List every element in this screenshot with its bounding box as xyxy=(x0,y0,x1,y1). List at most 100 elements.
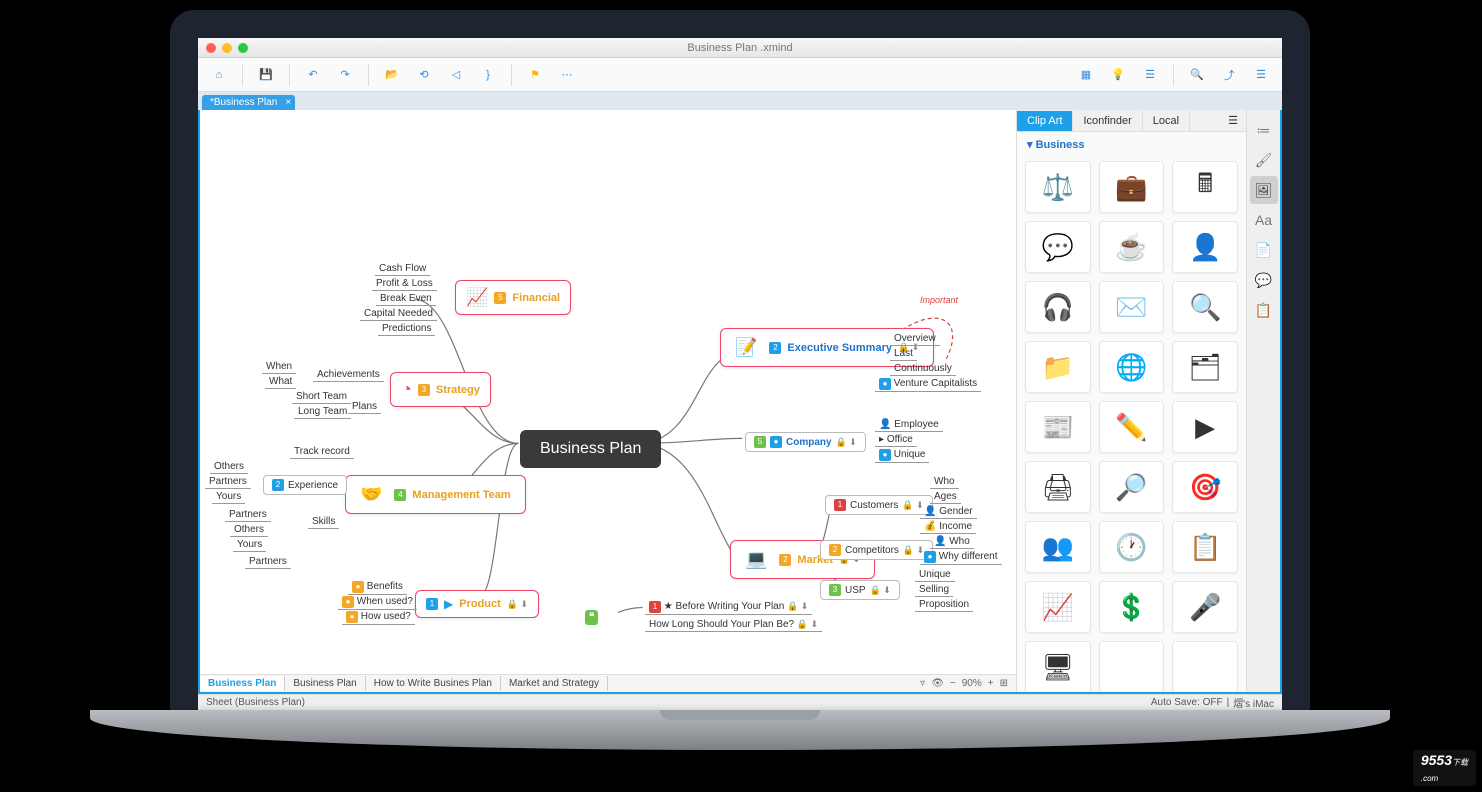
node-financial[interactable]: 📈 5 Financial xyxy=(455,280,571,315)
leaf[interactable]: Ages xyxy=(930,490,961,504)
clipart-item[interactable]: 🕐 xyxy=(1099,521,1165,573)
search-button[interactable]: 🔍 xyxy=(1184,62,1210,88)
leaf[interactable]: Skills xyxy=(308,515,339,529)
present-button[interactable]: ▦ xyxy=(1073,62,1099,88)
clipart-item[interactable]: 💼 xyxy=(1099,161,1165,213)
zoom-out-button[interactable]: − xyxy=(950,678,956,689)
leaf[interactable]: What xyxy=(265,375,296,389)
clipart-item[interactable]: 🎯 xyxy=(1172,461,1238,513)
outline-rail-button[interactable]: ≔ xyxy=(1250,116,1278,144)
save-button[interactable]: 💾 xyxy=(253,62,279,88)
node-strategy[interactable]: ◔ 3 Strategy xyxy=(390,372,491,407)
iconfinder-tab[interactable]: Iconfinder xyxy=(1073,111,1142,131)
minimize-window-button[interactable] xyxy=(222,43,232,53)
leaf[interactable]: Break Even xyxy=(376,292,436,306)
idea-button[interactable]: 💡 xyxy=(1105,62,1131,88)
leaf[interactable]: Unique xyxy=(915,568,955,582)
floating-topic[interactable]: 1 ★ Before Writing Your Plan 🔒 ⬇ xyxy=(645,600,812,615)
clipart-item[interactable]: ✏️ xyxy=(1099,401,1165,453)
notes-rail-button[interactable]: 📄 xyxy=(1250,236,1278,264)
document-tab[interactable]: *Business Plan × xyxy=(202,95,295,110)
leaf[interactable]: Others xyxy=(230,523,268,537)
zoom-in-button[interactable]: + xyxy=(988,678,994,689)
clipart-item[interactable] xyxy=(1172,641,1238,692)
node-competitors[interactable]: 2Competitors🔒 ⬇ xyxy=(820,540,933,560)
leaf[interactable]: 👤 Who xyxy=(930,535,974,549)
leaf[interactable]: Yours xyxy=(233,538,266,552)
maximize-window-button[interactable] xyxy=(238,43,248,53)
task-rail-button[interactable]: 📋 xyxy=(1250,296,1278,324)
leaf[interactable]: Plans xyxy=(348,400,381,414)
open-button[interactable]: 📂 xyxy=(379,62,405,88)
text-rail-button[interactable]: Aa xyxy=(1250,206,1278,234)
clipart-item[interactable]: 🌐 xyxy=(1099,341,1165,393)
clipart-item[interactable]: 💬 xyxy=(1025,221,1091,273)
leaf[interactable]: Predictions xyxy=(378,322,435,336)
leaf[interactable]: Cash Flow xyxy=(375,262,430,276)
clipart-section-header[interactable]: Business xyxy=(1017,132,1246,157)
clipart-tab[interactable]: Clip Art xyxy=(1017,111,1073,131)
clipart-item[interactable]: 📋 xyxy=(1172,521,1238,573)
leaf[interactable]: 💰 Income xyxy=(920,520,976,534)
clipart-item[interactable]: ✉️ xyxy=(1099,281,1165,333)
tag-button[interactable]: ◁ xyxy=(443,62,469,88)
leaf[interactable]: ● Why different xyxy=(920,550,1002,565)
node-customers[interactable]: 1Customers🔒 ⬇ xyxy=(825,495,933,515)
clipart-item[interactable]: 📰 xyxy=(1025,401,1091,453)
clipart-item[interactable]: ⚖️ xyxy=(1025,161,1091,213)
clipart-item[interactable]: 📈 xyxy=(1025,581,1091,633)
sheet-tab[interactable]: Business Plan xyxy=(285,676,365,691)
mindmap-canvas[interactable]: Business Plan 📈 5 Financial Cash Flow Pr… xyxy=(200,110,1016,692)
brace-button[interactable]: } xyxy=(475,62,501,88)
leaf[interactable]: Track record xyxy=(290,445,354,459)
more-button[interactable]: ⋯ xyxy=(554,62,580,88)
sheet-tab[interactable]: Market and Strategy xyxy=(501,676,608,691)
close-window-button[interactable] xyxy=(206,43,216,53)
leaf[interactable]: Profit & Loss xyxy=(372,277,437,291)
leaf[interactable]: 👤 Gender xyxy=(920,505,977,519)
leaf[interactable]: Partners xyxy=(205,475,251,489)
leaf[interactable]: Who xyxy=(930,475,959,489)
clipart-item[interactable]: 🖨 xyxy=(1025,461,1091,513)
leaf[interactable]: ● Unique xyxy=(875,448,929,463)
clipart-item[interactable]: 🎤 xyxy=(1172,581,1238,633)
clipart-item[interactable]: 🖥 xyxy=(1025,641,1091,692)
leaf[interactable]: Achievements xyxy=(313,368,384,382)
home-button[interactable]: ⌂ xyxy=(206,62,232,88)
leaf[interactable]: ● Benefits xyxy=(348,580,407,595)
clipart-item[interactable] xyxy=(1099,641,1165,692)
image-rail-button[interactable]: 🖼 xyxy=(1250,176,1278,204)
clipart-item[interactable]: 👥 xyxy=(1025,521,1091,573)
clipart-item[interactable]: 🖩 xyxy=(1172,161,1238,213)
leaf[interactable]: Short Team xyxy=(292,390,351,404)
clipart-item[interactable]: 🔍 xyxy=(1172,281,1238,333)
sheet-tab[interactable]: How to Write Busines Plan xyxy=(366,676,501,691)
clipart-item[interactable]: 🗂 xyxy=(1172,341,1238,393)
leaf[interactable]: ● How used? xyxy=(342,610,415,625)
leaf[interactable]: Partners xyxy=(225,508,271,522)
leaf[interactable]: Others xyxy=(210,460,248,474)
clipart-item[interactable]: 👤 xyxy=(1172,221,1238,273)
toggle-panel-button[interactable]: ☰ xyxy=(1248,62,1274,88)
leaf[interactable]: Proposition xyxy=(915,598,973,612)
flag-button[interactable]: ⚑ xyxy=(522,62,548,88)
undo-button[interactable]: ↶ xyxy=(300,62,326,88)
clipart-item[interactable]: ☕ xyxy=(1099,221,1165,273)
layout-button[interactable]: ☰ xyxy=(1137,62,1163,88)
leaf[interactable]: Continuously xyxy=(890,362,956,376)
floating-topic[interactable]: How Long Should Your Plan Be? 🔒 ⬇ xyxy=(645,618,822,632)
refresh-button[interactable]: ⟲ xyxy=(411,62,437,88)
window-traffic-lights[interactable] xyxy=(206,43,248,53)
root-node[interactable]: Business Plan xyxy=(520,430,661,468)
close-tab-icon[interactable]: × xyxy=(285,97,291,108)
leaf[interactable]: ▸ Office xyxy=(875,433,917,447)
leaf[interactable]: Capital Needed xyxy=(360,307,437,321)
clipart-item[interactable]: 🔎 xyxy=(1099,461,1165,513)
leaf[interactable]: Last xyxy=(890,347,917,361)
clipart-item[interactable]: 🎧 xyxy=(1025,281,1091,333)
local-tab[interactable]: Local xyxy=(1143,111,1190,131)
redo-button[interactable]: ↷ xyxy=(332,62,358,88)
eye-icon[interactable]: 👁 xyxy=(931,678,944,689)
leaf[interactable]: ● When used? xyxy=(338,595,417,610)
node-company[interactable]: 5● Company 🔒 ⬇ xyxy=(745,432,866,452)
